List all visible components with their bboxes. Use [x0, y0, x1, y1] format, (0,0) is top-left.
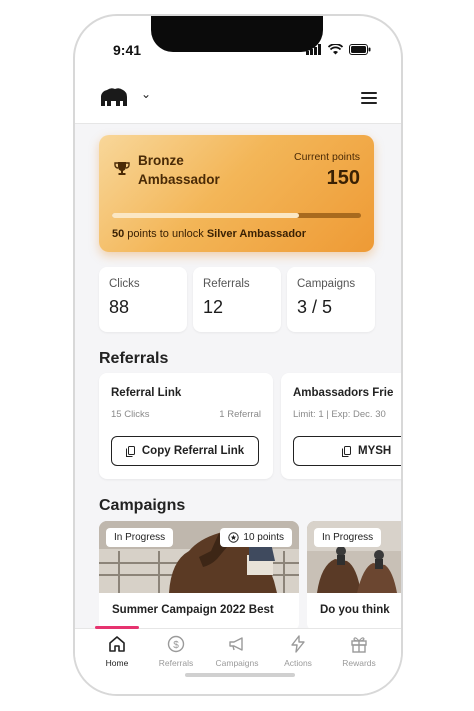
status-badge: In Progress [314, 528, 382, 547]
unlock-points: 50 [112, 228, 125, 240]
main-content: Bronze Ambassador Current points 150 50 … [75, 124, 401, 628]
stat-value: 3 / 5 [297, 297, 333, 317]
tab-label: Referrals [158, 658, 194, 668]
tab-referrals[interactable]: $ Referrals [146, 635, 206, 668]
wifi-icon [328, 44, 343, 55]
lightning-icon [291, 635, 305, 653]
bottom-tab-bar: Home $ Referrals Campaigns Actions Rewar… [75, 626, 401, 694]
app-header: ⌄ [75, 72, 401, 124]
svg-text:$: $ [173, 640, 179, 651]
copy-code-button[interactable]: MYSH [293, 436, 401, 466]
campaign-card-summer[interactable]: In Progress 10 points Summer Campaign 20… [99, 521, 299, 628]
referrals-section-title: Referrals [99, 350, 169, 367]
tab-label: Rewards [342, 658, 376, 668]
stat-label: Campaigns [297, 278, 356, 290]
stat-card-referrals[interactable]: Referrals 12 [193, 267, 281, 332]
notch [151, 16, 323, 52]
referral-link-card[interactable]: Referral Link 15 Clicks 1 Referral Copy … [99, 373, 273, 479]
referral-clicks: 15 Clicks [111, 409, 150, 420]
campaigns-section-title: Campaigns [99, 497, 186, 514]
ambassador-tier-card[interactable]: Bronze Ambassador Current points 150 50 … [99, 135, 374, 252]
battery-icon [349, 44, 371, 55]
tab-rewards[interactable]: Rewards [329, 635, 389, 668]
tier-name: Bronze Ambassador [138, 153, 220, 187]
unlock-target: Silver Ambassador [206, 228, 307, 240]
tab-label: Actions [284, 658, 312, 668]
campaign-title: Summer Campaign 2022 Best [112, 604, 274, 616]
stat-card-campaigns[interactable]: Campaigns 3 / 5 [287, 267, 375, 332]
copy-referral-link-label: Copy Referral Link [141, 445, 245, 457]
stat-card-clicks[interactable]: Clicks 88 [99, 267, 187, 332]
home-indicator [185, 673, 295, 677]
copy-icon [125, 445, 135, 457]
copy-referral-link-button[interactable]: Copy Referral Link [111, 436, 259, 466]
reward-coin-icon [228, 532, 240, 543]
dollar-icon: $ [167, 635, 185, 653]
bear-logo-icon[interactable] [99, 86, 129, 113]
status-badge-label: In Progress [114, 532, 166, 543]
home-icon [109, 636, 125, 652]
campaign-card-second[interactable]: In Progress Do you think [307, 521, 401, 628]
hamburger-menu-icon[interactable] [361, 92, 377, 104]
copy-code-label: MYSH [358, 445, 392, 457]
points-badge: 10 points [220, 528, 292, 547]
referral-count: 1 Referral [219, 409, 261, 420]
referral-card-title: Referral Link [111, 387, 182, 399]
status-icons [306, 44, 371, 55]
ambassador-card-title: Ambassadors Frie [293, 387, 394, 399]
ambassadors-friend-card[interactable]: Ambassadors Frie Limit: 1 | Exp: Dec. 30… [281, 373, 401, 479]
stat-value: 12 [203, 297, 224, 317]
status-badge: In Progress [106, 528, 174, 547]
tier-progress-fill [112, 213, 299, 218]
current-points-label: Current points [294, 151, 360, 163]
phone-frame: 9:41 ⌄ Bronze Ambassador Current points … [73, 14, 403, 696]
tab-label: Campaigns [215, 658, 259, 668]
points-badge-label: 10 points [243, 532, 284, 543]
stat-label: Clicks [109, 278, 140, 290]
current-points-value: 150 [326, 167, 360, 189]
gift-icon [351, 637, 367, 653]
campaign-title: Do you think [320, 604, 390, 616]
status-badge-label: In Progress [322, 532, 374, 543]
tab-home[interactable]: Home [87, 635, 147, 668]
unlock-middle: points to unlock [124, 228, 207, 240]
ambassador-card-meta: Limit: 1 | Exp: Dec. 30 [293, 409, 386, 420]
copy-icon [342, 445, 351, 457]
stat-value: 88 [109, 297, 130, 317]
tab-label: Home [105, 658, 129, 668]
active-tab-indicator [95, 626, 139, 629]
tab-actions[interactable]: Actions [268, 635, 328, 668]
signal-icon [306, 44, 321, 55]
chevron-down-icon[interactable]: ⌄ [141, 87, 151, 101]
megaphone-icon [229, 637, 243, 651]
unlock-text: 50 points to unlock Silver Ambassador [112, 228, 306, 240]
tab-campaigns[interactable]: Campaigns [207, 635, 267, 668]
trophy-icon [114, 162, 130, 175]
status-time: 9:41 [113, 42, 142, 58]
tier-progress-bar [112, 213, 361, 218]
stat-label: Referrals [203, 278, 250, 290]
